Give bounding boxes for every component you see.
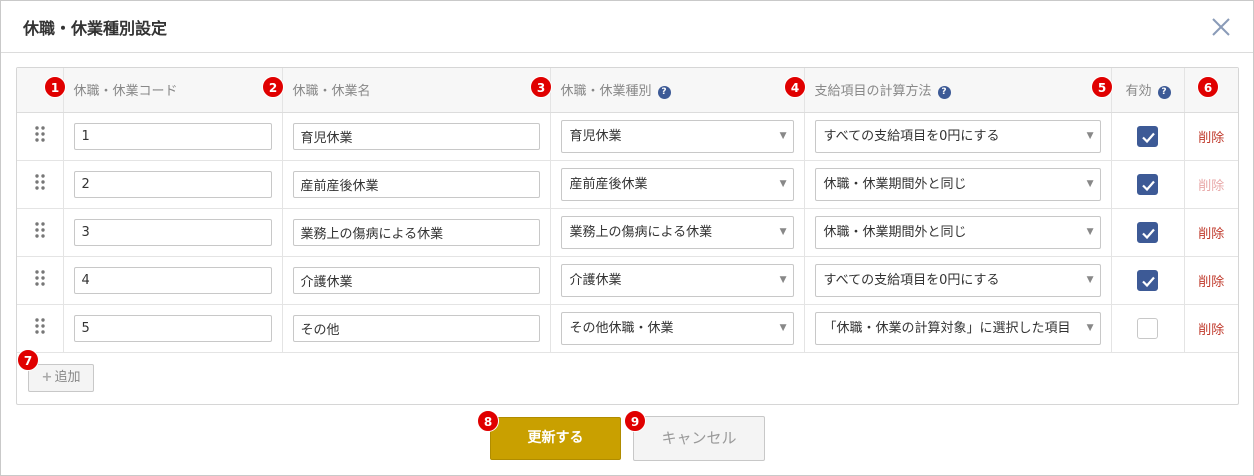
callout-badge: 4 [784, 76, 806, 98]
dropdown-arrow-icon: ▼ [779, 130, 787, 141]
dropdown-arrow-icon: ▼ [1086, 322, 1094, 333]
code-input[interactable] [73, 122, 272, 150]
code-input[interactable] [73, 218, 272, 246]
dropdown-arrow-icon: ▼ [779, 226, 787, 237]
name-input[interactable] [292, 170, 540, 198]
drag-handle-icon[interactable] [34, 124, 46, 148]
table-row: 介護休業▼ すべての支給項目を0円にする▼ 削除 [17, 256, 1238, 305]
callout-badge: 2 [262, 76, 284, 98]
type-select[interactable]: その他休職・休業 ▼ [560, 311, 794, 345]
enabled-checkbox[interactable] [1137, 269, 1158, 291]
name-input[interactable] [292, 266, 540, 294]
calc-column-header: 支給項目の計算方法? [804, 68, 1112, 113]
callout-badge: 9 [624, 410, 646, 432]
code-input[interactable] [73, 266, 272, 294]
dropdown-arrow-icon: ▼ [1086, 226, 1094, 237]
table-header: 休職・休業コード 休職・休業名 休職・休業種別? 支給項目の計算方法? 有効? [17, 68, 1238, 113]
dropdown-arrow-icon: ▼ [779, 178, 787, 189]
type-select[interactable]: 業務上の傷病による休業 ▼ [560, 215, 794, 249]
calc-method-select[interactable]: 「休職・休業の計算対象」に選択した項目 ▼ [814, 311, 1101, 345]
dropdown-arrow-icon: ▼ [1086, 130, 1094, 141]
type-select[interactable]: 育児休業 ▼ [560, 119, 794, 153]
code-column-header: 休職・休業コード [63, 68, 283, 113]
name-input[interactable] [292, 218, 540, 246]
table-row: その他休職・休業▼ 「休職・休業の計算対象」に選択した項目▼ 削除 [17, 304, 1238, 353]
code-input[interactable] [73, 314, 272, 342]
enabled-checkbox[interactable] [1137, 317, 1158, 339]
type-column-header: 休職・休業種別? [550, 68, 805, 113]
dropdown-arrow-icon: ▼ [1086, 274, 1094, 285]
cancel-button[interactable]: キャンセル [633, 416, 765, 461]
type-select[interactable]: 産前産後休業 ▼ [560, 167, 794, 201]
callout-badge: 3 [530, 76, 552, 98]
help-icon[interactable]: ? [937, 86, 951, 100]
drag-handle-icon[interactable] [34, 172, 46, 196]
calc-method-select[interactable]: すべての支給項目を0円にする ▼ [814, 119, 1101, 153]
update-button[interactable]: 更新する [490, 417, 621, 460]
code-input[interactable] [73, 170, 272, 198]
delete-link[interactable]: 削除 [1195, 223, 1229, 242]
delete-link[interactable]: 削除 [1195, 319, 1229, 338]
dropdown-arrow-icon: ▼ [779, 274, 787, 285]
add-button[interactable]: + 追加 [28, 364, 94, 392]
enabled-checkbox[interactable] [1137, 125, 1158, 147]
dropdown-arrow-icon: ▼ [1086, 178, 1094, 189]
delete-link: 削除 [1198, 178, 1225, 194]
calc-method-select[interactable]: 休職・休業期間外と同じ ▼ [814, 215, 1101, 249]
callout-badge: 7 [17, 349, 39, 371]
table-row: 産前産後休業▼ 休職・休業期間外と同じ▼ 削除 [17, 160, 1238, 209]
delete-link[interactable]: 削除 [1195, 127, 1229, 146]
dialog-title: 休職・休業種別設定 [23, 19, 168, 38]
dialog: 休職・休業種別設定 休職・休業コード 休職・休業名 休職・休業種別 ? 支給項目… [0, 0, 1254, 476]
enabled-checkbox[interactable] [1137, 221, 1158, 243]
delete-link[interactable]: 削除 [1195, 271, 1229, 290]
name-input[interactable] [292, 122, 540, 150]
calc-method-select[interactable]: 休職・休業期間外と同じ ▼ [814, 167, 1101, 201]
callout-badge: 8 [477, 410, 499, 432]
callout-badge: 1 [44, 76, 66, 98]
calc-method-select[interactable]: すべての支給項目を0円にする ▼ [814, 263, 1101, 297]
leave-type-panel: 休職・休業コード 休職・休業名 休職・休業種別? 支給項目の計算方法? 有効? … [16, 67, 1239, 405]
name-input[interactable] [292, 314, 540, 342]
type-select[interactable]: 介護休業 ▼ [560, 263, 794, 297]
callout-badge: 5 [1091, 76, 1113, 98]
dropdown-arrow-icon: ▼ [779, 322, 787, 333]
close-icon[interactable] [1207, 13, 1235, 41]
help-icon[interactable]: ? [657, 86, 671, 100]
plus-icon: + [41, 370, 53, 385]
leave-type-table: 休職・休業コード 休職・休業名 休職・休業種別? 支給項目の計算方法? 有効? … [17, 68, 1238, 353]
help-icon[interactable]: ? [1157, 86, 1171, 100]
table-row: 業務上の傷病による休業▼ 休職・休業期間外と同じ▼ 削除 [17, 208, 1238, 257]
name-column-header: 休職・休業名 [282, 68, 551, 113]
table-row: 育児休業▼ すべての支給項目を0円にする▼ 削除 [17, 112, 1238, 161]
drag-handle-icon[interactable] [34, 268, 46, 292]
enabled-checkbox[interactable] [1137, 173, 1158, 195]
drag-handle-icon[interactable] [34, 316, 46, 340]
dialog-header: 休職・休業種別設定 [1, 1, 1253, 53]
enabled-column-header: 有効? [1111, 68, 1185, 113]
callout-badge: 6 [1197, 76, 1219, 98]
drag-handle-icon[interactable] [34, 220, 46, 244]
